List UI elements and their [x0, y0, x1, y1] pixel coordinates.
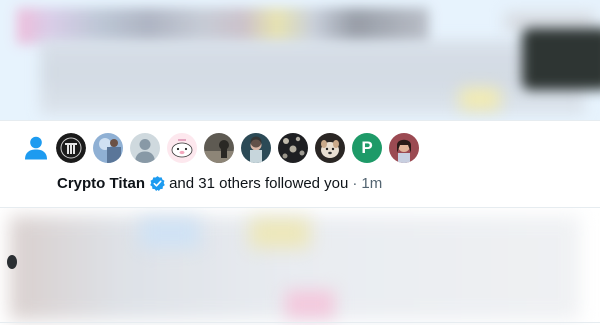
blurred-content: [250, 218, 310, 248]
blurred-icon: [7, 255, 17, 269]
user-name-link[interactable]: Crypto Titan: [57, 175, 145, 192]
divider: [0, 322, 600, 323]
blurred-content: [17, 8, 429, 44]
avatar-portrait-photo[interactable]: [389, 133, 419, 163]
blurred-content: [460, 88, 500, 110]
verified-badge-icon: [150, 176, 165, 192]
blurred-content: [140, 218, 200, 248]
avatar-pink-cartoon[interactable]: [167, 133, 197, 163]
follow-notification[interactable]: P Crypto Titan and 31 others followed yo…: [0, 121, 600, 208]
person-icon: [25, 136, 47, 160]
avatar-letter: P: [361, 138, 373, 157]
timestamp: 1m: [361, 175, 383, 192]
next-notification-card[interactable]: [0, 208, 600, 325]
blurred-content: [285, 290, 335, 318]
avatar-teal-photo[interactable]: [241, 133, 271, 163]
avatar-letter-p[interactable]: P: [352, 133, 382, 163]
avatar-pillar-logo[interactable]: [56, 133, 86, 163]
blurred-media: [522, 28, 600, 90]
separator: ·: [352, 175, 358, 192]
message-text: and 31 others followed you: [169, 175, 349, 192]
avatar-dark-photo[interactable]: [204, 133, 234, 163]
avatar-blue-photo[interactable]: [93, 133, 123, 163]
previous-notification-card[interactable]: [0, 0, 600, 121]
avatar-default-silhouette[interactable]: [130, 133, 160, 163]
notification-message: Crypto Titan and 31 others followed you …: [57, 175, 382, 192]
blurred-content: [40, 40, 585, 115]
avatar-dog-photo[interactable]: [315, 133, 345, 163]
avatar-bokeh-photo[interactable]: [278, 133, 308, 163]
